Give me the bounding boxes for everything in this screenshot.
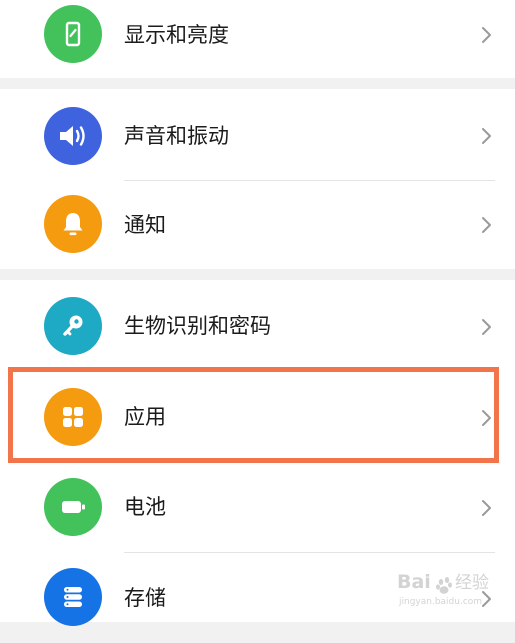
speaker-volume-icon [44, 107, 102, 165]
settings-screen: 显示和亮度 声音和振动 通知 生物识别和密码 应用 电池 存储 Bai 经验 j… [0, 0, 515, 626]
settings-item-notifications[interactable]: 通知 [0, 181, 515, 271]
settings-item-biometrics-password[interactable]: 生物识别和密码 [0, 280, 515, 370]
settings-item-storage[interactable]: 存储 [0, 553, 515, 643]
settings-item-sound-vibration[interactable]: 声音和振动 [0, 89, 515, 179]
settings-item-label: 应用 [124, 405, 166, 429]
chevron-right-icon [482, 591, 491, 607]
settings-item-label: 生物识别和密码 [124, 314, 271, 338]
settings-item-label: 存储 [124, 586, 166, 610]
chevron-right-icon [482, 410, 491, 426]
chevron-right-icon [482, 217, 491, 233]
apps-grid-icon [44, 388, 102, 446]
settings-item-battery[interactable]: 电池 [0, 462, 515, 552]
settings-group-display: 显示和亮度 [0, 0, 515, 78]
settings-item-label: 电池 [124, 495, 166, 519]
chevron-right-icon [482, 500, 491, 516]
chevron-right-icon [482, 319, 491, 335]
settings-item-apps[interactable]: 应用 [0, 371, 515, 461]
chevron-right-icon [482, 27, 491, 43]
storage-database-icon [44, 568, 102, 626]
settings-group-security-apps: 生物识别和密码 应用 电池 存储 [0, 280, 515, 626]
settings-group-sound-notify: 声音和振动 通知 [0, 89, 515, 269]
battery-icon [44, 478, 102, 536]
settings-item-display-brightness[interactable]: 显示和亮度 [0, 0, 515, 80]
settings-item-label: 显示和亮度 [124, 23, 229, 47]
display-phone-icon [44, 5, 102, 63]
chevron-right-icon [482, 128, 491, 144]
key-icon [44, 297, 102, 355]
settings-item-label: 通知 [124, 213, 166, 237]
bell-icon [44, 195, 102, 253]
settings-item-label: 声音和振动 [124, 124, 229, 148]
